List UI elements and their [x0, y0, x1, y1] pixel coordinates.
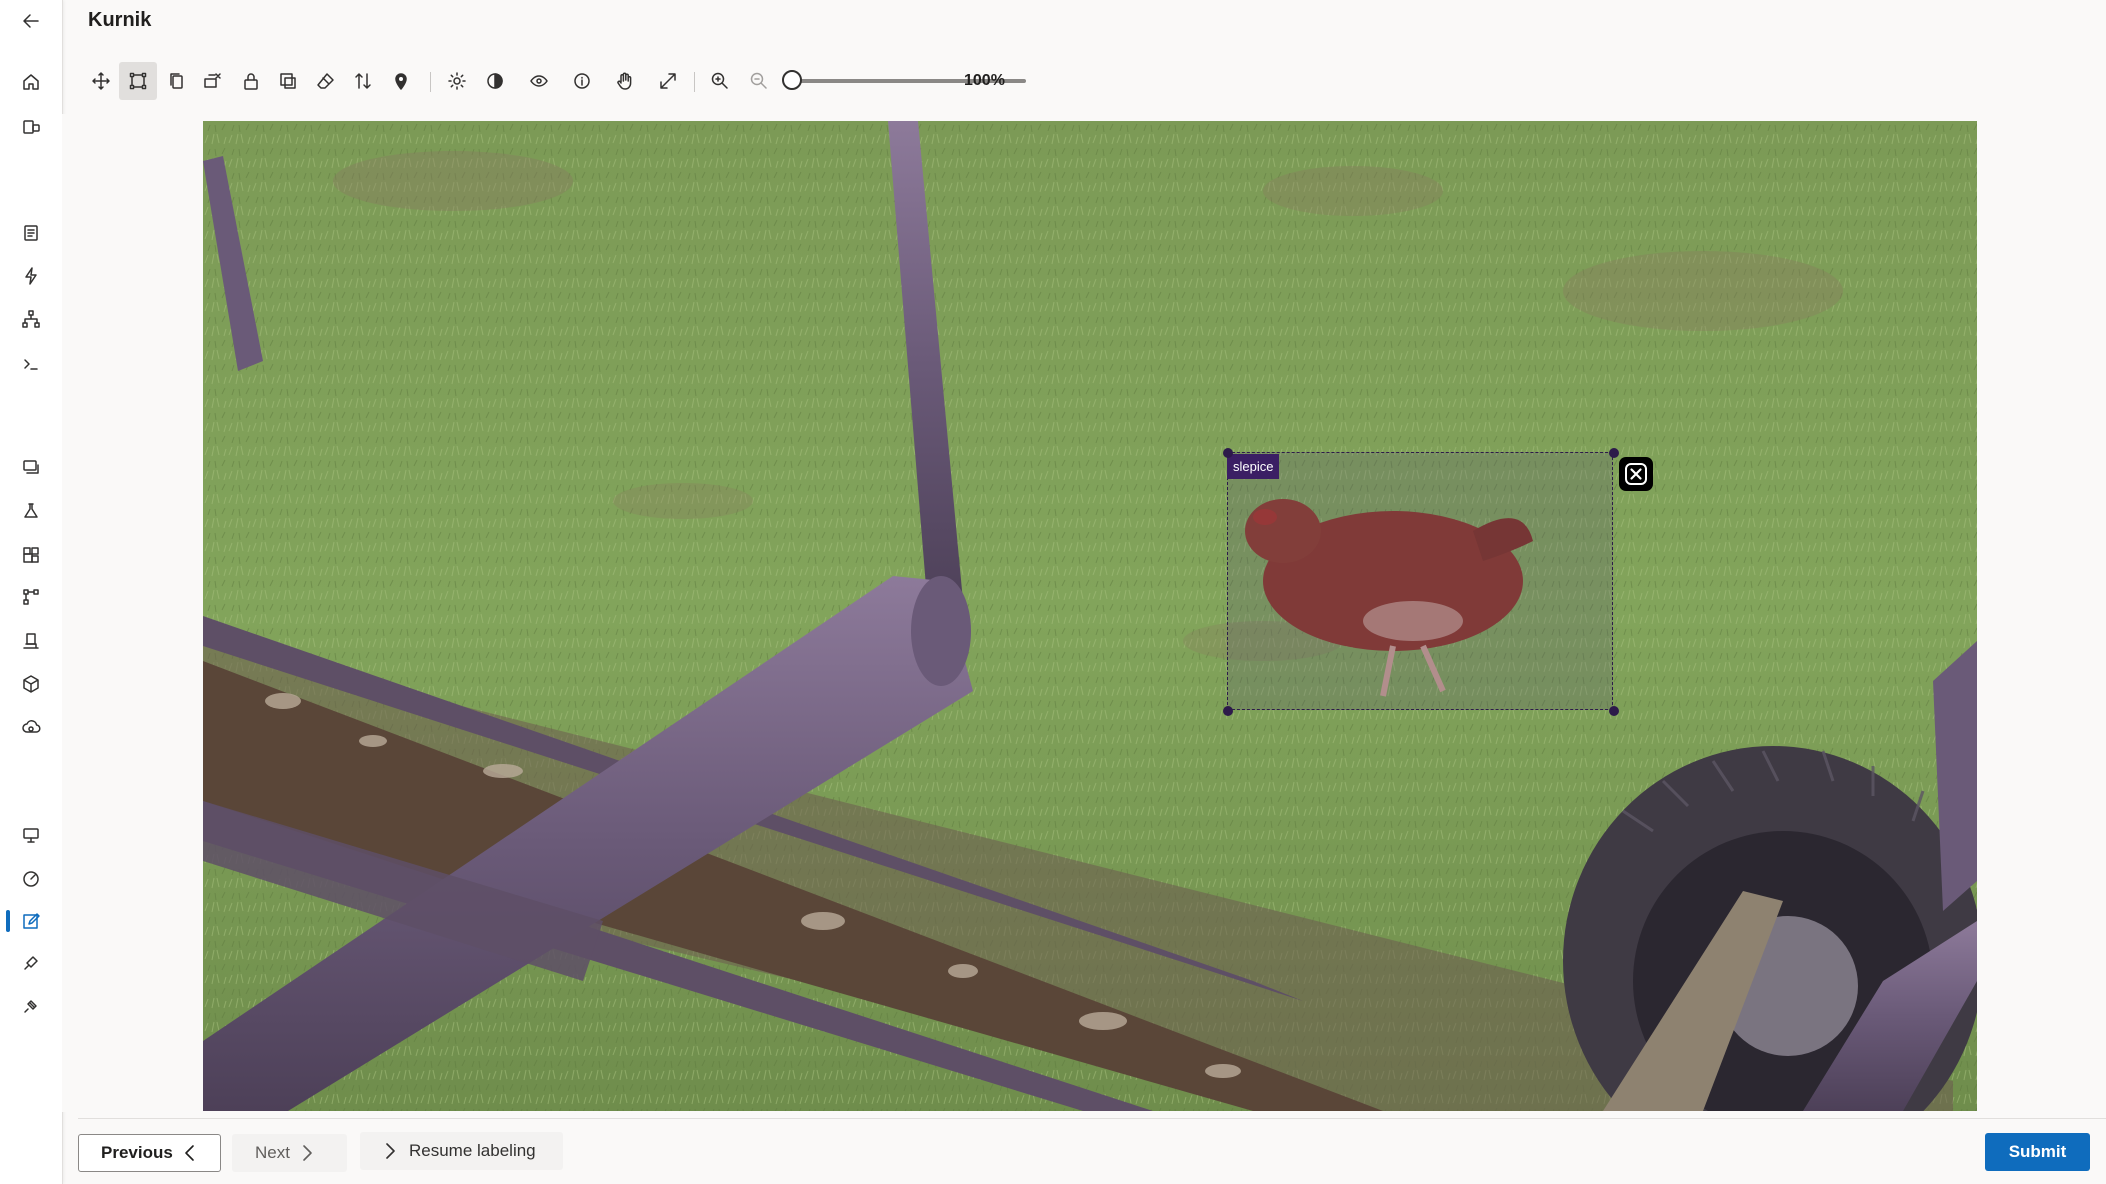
- info-icon[interactable]: [563, 62, 601, 100]
- bounding-box[interactable]: [1227, 452, 1613, 710]
- environments-icon[interactable]: [14, 624, 48, 658]
- previous-button[interactable]: Previous: [78, 1134, 221, 1172]
- chevron-right-icon: [303, 1145, 312, 1161]
- pipelines-icon[interactable]: [14, 580, 48, 614]
- chevron-right-icon: [386, 1143, 395, 1159]
- model-catalog-icon[interactable]: [14, 110, 48, 144]
- delete-box-icon[interactable]: [1619, 457, 1653, 491]
- notebooks-icon[interactable]: [14, 216, 48, 250]
- components-icon[interactable]: [14, 538, 48, 572]
- sort-icon[interactable]: [344, 62, 382, 100]
- left-nav-rail: [0, 0, 63, 1184]
- submit-button[interactable]: Submit: [1985, 1133, 2090, 1171]
- bbox-handle-bottom-left[interactable]: [1223, 706, 1233, 716]
- bbox-handle-top-right[interactable]: [1609, 448, 1619, 458]
- labeling-toolbar: 100%: [82, 62, 1042, 102]
- resume-labeling-button[interactable]: Resume labeling: [360, 1132, 563, 1170]
- image-to-label[interactable]: [203, 121, 1977, 1111]
- next-button-label: Next: [255, 1143, 290, 1162]
- contrast-icon[interactable]: [476, 62, 514, 100]
- endpoints-icon[interactable]: [14, 710, 48, 744]
- lock-icon[interactable]: [232, 62, 270, 100]
- zoom-level: 100%: [964, 72, 1005, 89]
- models-icon[interactable]: [14, 667, 48, 701]
- back-icon[interactable]: [14, 4, 48, 38]
- bbox-handle-bottom-right[interactable]: [1609, 706, 1619, 716]
- prompt-flow-icon[interactable]: [14, 347, 48, 381]
- chevron-left-icon: [185, 1145, 194, 1161]
- previous-button-label: Previous: [101, 1143, 173, 1162]
- hand-icon[interactable]: [606, 62, 644, 100]
- rectangle-icon[interactable]: [119, 62, 157, 100]
- data-labeling-icon[interactable]: [14, 904, 48, 938]
- data-icon[interactable]: [14, 450, 48, 484]
- move-icon[interactable]: [82, 62, 120, 100]
- monitoring-icon[interactable]: [14, 862, 48, 896]
- connections-icon[interactable]: [14, 989, 48, 1023]
- linked-services-icon[interactable]: [14, 946, 48, 980]
- footer-divider: [78, 1118, 2106, 1119]
- toolbar-separator: [694, 72, 695, 92]
- delete-region-icon[interactable]: [194, 62, 232, 100]
- toolbar-separator: [430, 72, 431, 92]
- pin-icon[interactable]: [382, 62, 420, 100]
- zoom-out-icon[interactable]: [740, 62, 778, 100]
- expand-icon[interactable]: [649, 62, 687, 100]
- zoom-slider-thumb[interactable]: [782, 70, 802, 90]
- jobs-icon[interactable]: [14, 494, 48, 528]
- designer-icon[interactable]: [14, 302, 48, 336]
- copy-icon[interactable]: [157, 62, 195, 100]
- eraser-icon[interactable]: [307, 62, 345, 100]
- automl-icon[interactable]: [14, 259, 48, 293]
- eye-icon[interactable]: [520, 62, 558, 100]
- page-title: Kurnik: [88, 9, 152, 31]
- zoom-in-icon[interactable]: [701, 62, 739, 100]
- home-icon[interactable]: [14, 65, 48, 99]
- brightness-icon[interactable]: [438, 62, 476, 100]
- bbox-handle-top-left[interactable]: [1223, 448, 1233, 458]
- compute-icon[interactable]: [14, 818, 48, 852]
- select-all-icon[interactable]: [269, 62, 307, 100]
- active-indicator: [6, 910, 10, 932]
- bounding-box-label: slepice: [1227, 454, 1280, 479]
- next-button[interactable]: Next: [232, 1134, 347, 1172]
- resume-labeling-label: Resume labeling: [409, 1141, 536, 1160]
